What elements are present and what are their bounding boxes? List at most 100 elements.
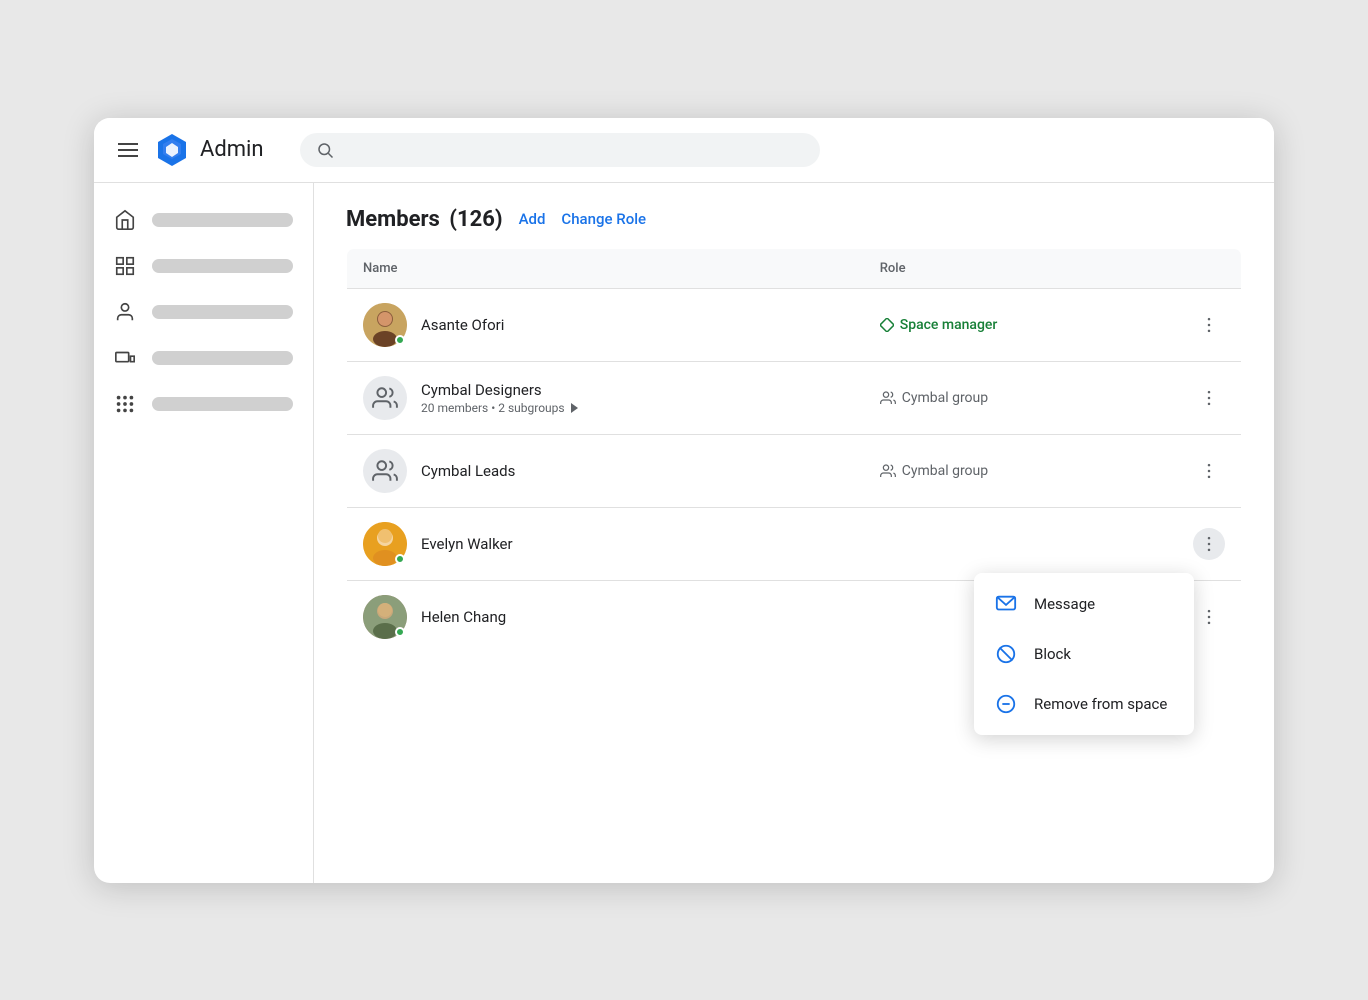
app-title: Admin — [200, 137, 264, 162]
member-name: Asante Ofori — [421, 316, 504, 334]
table-row: Evelyn Walker — [347, 507, 1242, 580]
actions-td — [1177, 361, 1242, 434]
sidebar-item-dashboard[interactable] — [94, 245, 313, 287]
member-name: Evelyn Walker — [421, 535, 513, 553]
table-row: Asante Ofori Space manager — [347, 288, 1242, 361]
dashboard-icon — [114, 255, 136, 277]
more-button[interactable] — [1193, 455, 1225, 487]
more-button[interactable] — [1193, 601, 1225, 633]
more-button[interactable] — [1193, 309, 1225, 341]
context-menu-item-remove[interactable]: Remove from space — [974, 679, 1194, 729]
role-cell: Space manager — [880, 317, 1161, 333]
devices-icon — [114, 347, 136, 369]
sidebar-label-devices — [152, 351, 293, 365]
browser-window: Admin — [94, 118, 1274, 883]
avatar-wrap — [363, 522, 407, 566]
add-link[interactable]: Add — [519, 210, 546, 228]
group-avatar — [363, 449, 407, 493]
more-vertical-icon — [1199, 461, 1219, 481]
logo-icon — [154, 132, 190, 168]
block-icon — [994, 642, 1018, 666]
member-name: Helen Chang — [421, 608, 506, 626]
more-button[interactable] — [1193, 382, 1225, 414]
sidebar-label-people — [152, 305, 293, 319]
more-vertical-icon — [1199, 315, 1219, 335]
table-row: Cymbal Leads Cymbal group — [347, 434, 1242, 507]
sidebar-label-home — [152, 213, 293, 227]
diamond-icon — [880, 318, 894, 332]
context-message-label: Message — [1034, 595, 1095, 613]
top-bar: Admin — [94, 118, 1274, 183]
group-avatar — [363, 376, 407, 420]
name-cell: Cymbal Leads — [363, 449, 848, 493]
member-info: Cymbal Leads — [421, 462, 515, 480]
name-td: Helen Chang — [347, 580, 864, 653]
more-button[interactable] — [1193, 528, 1225, 560]
context-menu: Message Block — [974, 573, 1194, 735]
online-indicator — [395, 335, 405, 345]
actions-td — [1177, 288, 1242, 361]
more-vertical-icon — [1199, 534, 1219, 554]
content-area: Members (126) Add Change Role Name Role — [314, 183, 1274, 883]
sidebar-item-people[interactable] — [94, 291, 313, 333]
message-icon — [994, 592, 1018, 616]
member-name: Cymbal Leads — [421, 462, 515, 480]
members-header: Members (126) Add Change Role — [346, 207, 1242, 248]
change-role-link[interactable]: Change Role — [561, 210, 646, 228]
role-cell: Cymbal group — [880, 463, 1161, 479]
member-info: Asante Ofori — [421, 316, 504, 334]
role-td — [864, 507, 1177, 580]
context-remove-label: Remove from space — [1034, 695, 1167, 713]
role-td: Cymbal group — [864, 361, 1177, 434]
member-info: Evelyn Walker — [421, 535, 513, 553]
col-name: Name — [347, 248, 864, 288]
name-cell: Evelyn Walker — [363, 522, 848, 566]
members-title: Members (126) — [346, 207, 503, 232]
subgroup-arrow — [571, 403, 578, 413]
name-td: Cymbal Designers 20 members • 2 subgroup… — [347, 361, 864, 434]
sidebar-label-apps — [152, 397, 293, 411]
name-cell: Helen Chang — [363, 595, 848, 639]
avatar-wrap — [363, 303, 407, 347]
online-indicator — [395, 554, 405, 564]
home-icon — [114, 209, 136, 231]
person-icon — [114, 301, 136, 323]
online-indicator — [395, 627, 405, 637]
role-td: Space manager — [864, 288, 1177, 361]
space-manager-role: Space manager — [880, 317, 998, 333]
table-header-row: Name Role — [347, 248, 1242, 288]
name-td: Cymbal Leads — [347, 434, 864, 507]
group-role-icon — [880, 390, 896, 406]
sidebar-item-home[interactable] — [94, 199, 313, 241]
avatar-wrap — [363, 595, 407, 639]
sidebar-item-apps[interactable] — [94, 383, 313, 425]
more-vertical-icon — [1199, 607, 1219, 627]
group-role: Cymbal group — [880, 390, 988, 406]
actions-td — [1177, 434, 1242, 507]
more-vertical-icon — [1199, 388, 1219, 408]
member-sub: 20 members • 2 subgroups — [421, 401, 578, 415]
member-info: Cymbal Designers 20 members • 2 subgroup… — [421, 381, 578, 415]
name-cell: Cymbal Designers 20 members • 2 subgroup… — [363, 376, 848, 420]
table-row: Cymbal Designers 20 members • 2 subgroup… — [347, 361, 1242, 434]
logo-container: Admin — [154, 132, 264, 168]
member-info: Helen Chang — [421, 608, 506, 626]
sidebar — [94, 183, 314, 883]
context-block-label: Block — [1034, 645, 1071, 663]
main-layout: Members (126) Add Change Role Name Role — [94, 183, 1274, 883]
col-actions — [1177, 248, 1242, 288]
search-input[interactable] — [344, 141, 804, 158]
role-cell: Cymbal group — [880, 390, 1161, 406]
remove-circle-icon — [994, 692, 1018, 716]
actions-td — [1177, 507, 1242, 580]
context-menu-item-message[interactable]: Message — [974, 579, 1194, 629]
member-name: Cymbal Designers — [421, 381, 578, 399]
context-menu-item-block[interactable]: Block — [974, 629, 1194, 679]
name-td: Evelyn Walker — [347, 507, 864, 580]
sidebar-label-dashboard — [152, 259, 293, 273]
hamburger-menu[interactable] — [118, 143, 138, 157]
group-role: Cymbal group — [880, 463, 988, 479]
sidebar-item-devices[interactable] — [94, 337, 313, 379]
col-role: Role — [864, 248, 1177, 288]
apps-icon — [114, 393, 136, 415]
